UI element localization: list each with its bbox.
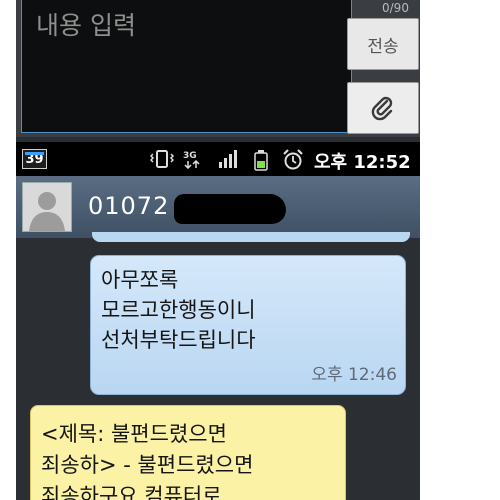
- send-button[interactable]: 전송: [347, 18, 419, 70]
- redaction-mark: [174, 194, 286, 224]
- message-input[interactable]: 내용 입력: [21, 0, 352, 133]
- status-bar: 39 3G 오후 12:52: [16, 142, 420, 176]
- phone-screen: 내용 입력 0/90 전송 39 3G 오후 12:52 01072 아무쪼록 …: [16, 0, 420, 500]
- contact-header[interactable]: 01072: [16, 176, 420, 239]
- conversation-thread: 아무쪼록 모르고한행동이니 선처부탁드립니다 오후 12:46 <제목: 불편드…: [16, 232, 420, 500]
- message-line: 아무쪼록: [101, 268, 179, 292]
- message-line: 모르고한행동이니: [101, 298, 256, 322]
- message-input-placeholder: 내용 입력: [36, 11, 136, 40]
- notification-badge: 39: [22, 149, 47, 169]
- vibrate-icon: [150, 150, 174, 168]
- 3g-icon: 3G: [183, 151, 200, 169]
- contact-number: 01072: [88, 192, 170, 220]
- paperclip-icon: [371, 96, 393, 121]
- sent-message-bubble[interactable]: 아무쪼록 모르고한행동이니 선처부탁드립니다 오후 12:46: [90, 255, 406, 395]
- battery-icon: [254, 150, 268, 171]
- send-button-label: 전송: [367, 36, 399, 57]
- char-counter: 0/90: [382, 1, 409, 15]
- alarm-icon: [283, 149, 303, 170]
- received-message-bubble[interactable]: <제목: 불편드렸으면 죄송하> - 불편드렸으면 죄송하구요 컴퓨터로: [30, 405, 346, 500]
- message-timestamp: 오후 12:46: [311, 365, 397, 385]
- compose-area: 내용 입력 0/90 전송: [16, 0, 420, 137]
- message-line: 선처부탁드립니다: [101, 328, 256, 352]
- message-line: <제목: 불편드렸으면: [41, 422, 227, 446]
- status-time: 오후 12:52: [314, 152, 411, 173]
- person-icon: [29, 192, 65, 231]
- previous-message-bubble: [92, 232, 410, 242]
- svg-text:3G: 3G: [183, 151, 197, 161]
- message-line: 죄송하> - 불편드렸으면: [41, 453, 254, 477]
- attach-button[interactable]: [347, 82, 419, 134]
- contact-avatar[interactable]: [22, 182, 72, 232]
- signal-icon: [219, 150, 237, 168]
- message-line: 죄송하구요 컴퓨터로: [41, 484, 222, 500]
